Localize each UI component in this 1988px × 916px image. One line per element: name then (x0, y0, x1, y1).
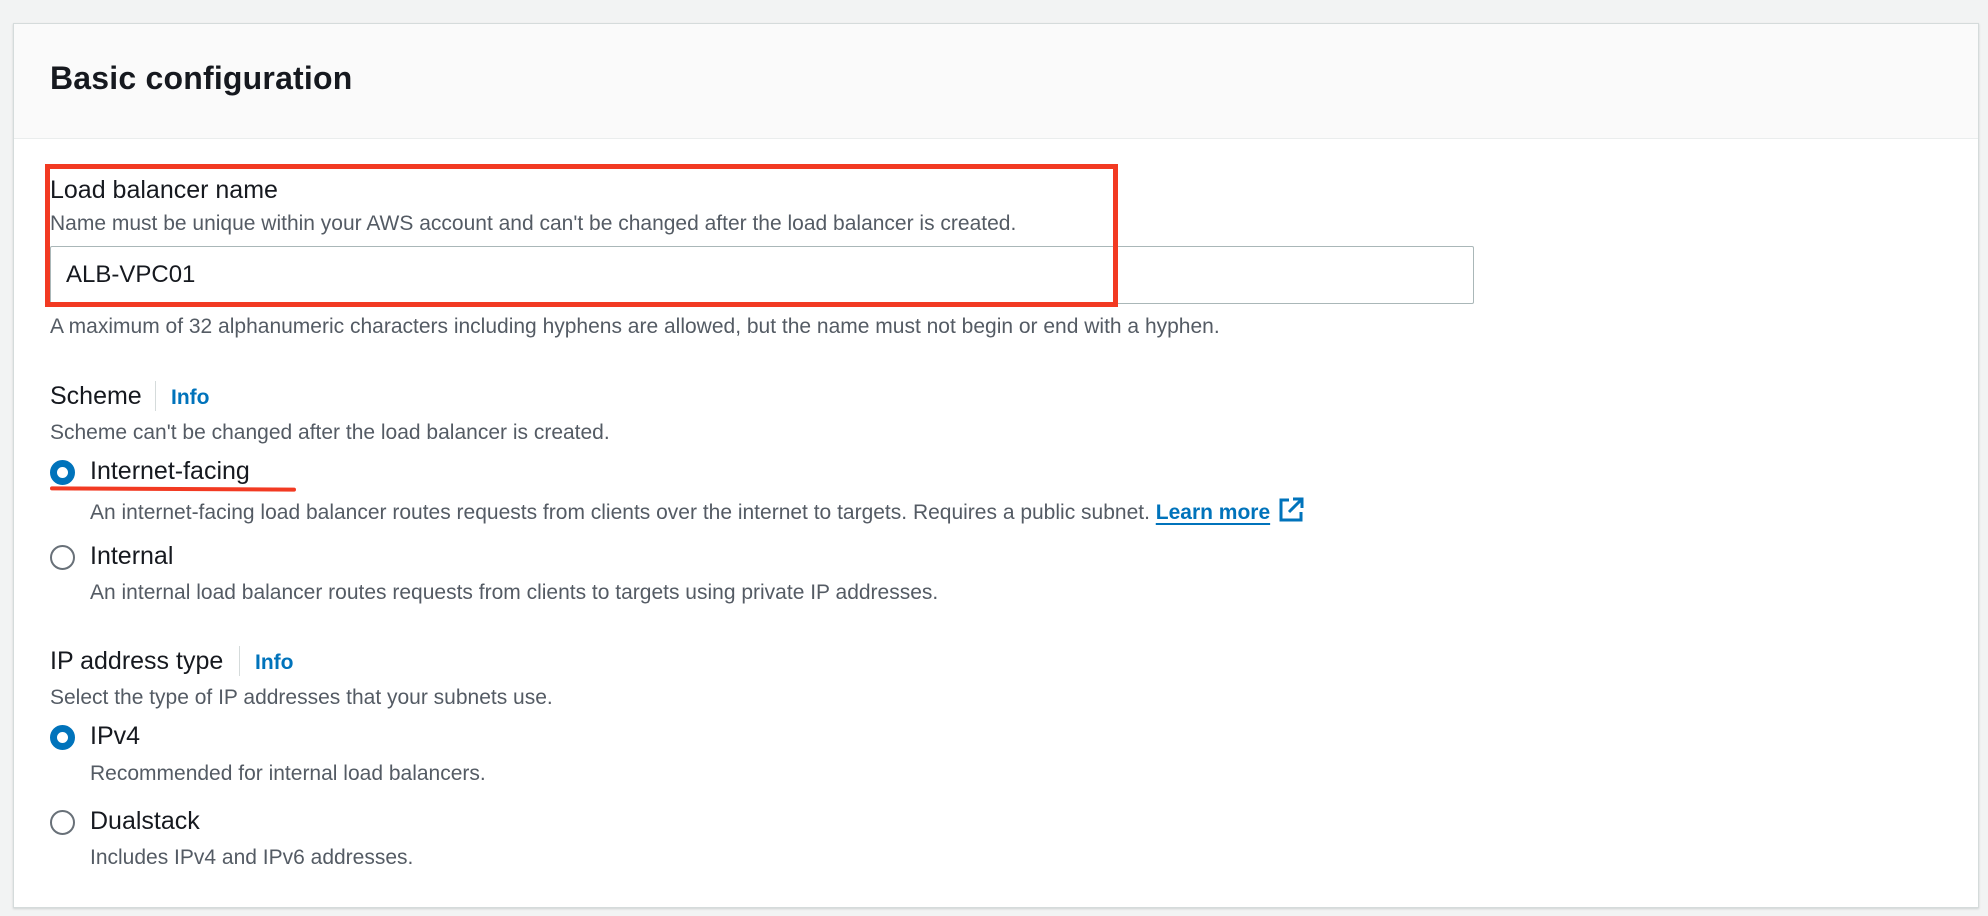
internal-label[interactable]: Internal (90, 542, 173, 571)
internet-facing-label[interactable]: Internet-facing (90, 457, 250, 486)
external-link-icon[interactable] (1278, 497, 1304, 529)
panel-title: Basic configuration (50, 60, 353, 96)
scheme-label: Scheme (50, 382, 142, 410)
ipv4-label[interactable]: IPv4 (90, 722, 140, 751)
scheme-info-divider (155, 381, 156, 411)
internet-facing-description-text: An internet-facing load balancer routes … (90, 501, 1150, 524)
load-balancer-name-description: Name must be unique within your AWS acco… (50, 212, 1017, 235)
internet-facing-highlight-underline (49, 486, 297, 492)
load-balancer-name-constraint: A maximum of 32 alphanumeric characters … (50, 315, 1220, 338)
dualstack-label[interactable]: Dualstack (90, 807, 200, 836)
ip-address-type-description: Select the type of IP addresses that you… (50, 686, 553, 709)
internal-description: An internal load balancer routes request… (90, 581, 939, 604)
ip-address-type-info-divider (239, 646, 240, 676)
internet-facing-description: An internet-facing load balancer routes … (90, 497, 1304, 529)
load-balancer-name-label: Load balancer name (50, 176, 278, 204)
ip-address-type-label: IP address type (50, 647, 224, 675)
panel-header: Basic configuration (14, 24, 1978, 139)
internet-facing-radio[interactable] (50, 460, 75, 485)
learn-more-link[interactable]: Learn more (1156, 501, 1270, 524)
dualstack-radio[interactable] (50, 810, 75, 835)
scheme-info-link[interactable]: Info (171, 386, 209, 410)
internal-radio[interactable] (50, 545, 75, 570)
scheme-description: Scheme can't be changed after the load b… (50, 421, 610, 444)
basic-configuration-panel: Basic configuration Load balancer name N… (13, 23, 1979, 908)
load-balancer-name-input[interactable] (50, 246, 1474, 304)
ipv4-description: Recommended for internal load balancers. (90, 762, 486, 785)
ipv4-radio[interactable] (50, 725, 75, 750)
ip-address-type-info-link[interactable]: Info (255, 651, 293, 675)
dualstack-description: Includes IPv4 and IPv6 addresses. (90, 846, 414, 869)
